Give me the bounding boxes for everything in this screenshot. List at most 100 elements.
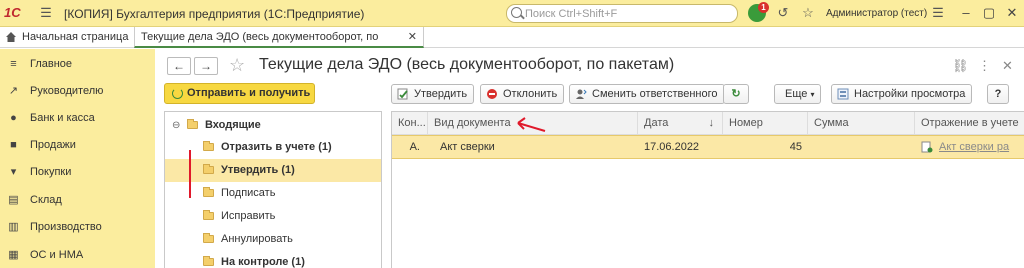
link-icon[interactable]: ⛓: [952, 58, 969, 74]
favorites-star-icon[interactable]: ☆: [800, 5, 816, 21]
settings-menu-icon[interactable]: ☰: [930, 5, 946, 21]
user-switch-icon: [576, 89, 587, 99]
notifications-badge: 1: [758, 2, 769, 13]
sidebar-item-manager[interactable]: ↗ Руководителю: [0, 80, 155, 102]
sidebar-item-bank[interactable]: ● Банк и касса: [0, 107, 155, 129]
forward-button[interactable]: →: [194, 57, 218, 75]
sidebar-item-label: Руководителю: [30, 85, 104, 97]
tree-item-label: Исправить: [221, 210, 276, 222]
sidebar-item-sales[interactable]: ■ Продажи: [0, 134, 155, 156]
sidebar-item-label: Главное: [30, 58, 73, 70]
reject-label: Отклонить: [503, 88, 558, 100]
reject-button[interactable]: Отклонить: [480, 84, 565, 104]
sidebar-item-purchases[interactable]: ▾ Покупки: [0, 161, 155, 183]
view-settings-label: Настройки просмотра: [854, 88, 966, 100]
tree-root-incoming[interactable]: ⊖ Входящие: [165, 114, 381, 137]
close-window-icon[interactable]: ✕: [1004, 5, 1020, 21]
hamburger-icon[interactable]: ☰: [38, 5, 54, 21]
folder-icon: [187, 119, 198, 129]
tree-item-label: Отразить в учете (1): [221, 141, 332, 153]
trend-icon: ↗: [8, 85, 19, 97]
more-label: Еще: [785, 88, 808, 100]
sidebar-item-production[interactable]: ▥ Производство: [0, 216, 155, 238]
column-header-kon[interactable]: Кон...: [392, 112, 428, 135]
current-user[interactable]: Администратор (тест): [826, 8, 927, 19]
basket-icon: ▾: [10, 166, 17, 178]
menu-icon: ≡: [10, 58, 17, 70]
folder-icon: [203, 141, 214, 151]
minimize-icon[interactable]: –: [958, 5, 974, 21]
favorite-star-icon[interactable]: ☆: [229, 55, 245, 75]
tree-item-annul[interactable]: Аннулировать: [165, 228, 381, 251]
help-button[interactable]: ?: [987, 84, 1009, 104]
sidebar-item-assets[interactable]: ▦ ОС и НМА: [0, 244, 155, 266]
view-settings-button[interactable]: Настройки просмотра: [831, 84, 973, 104]
send-receive-button[interactable]: Отправить и получить: [164, 83, 315, 104]
cell-reflection[interactable]: Акт сверки ра: [915, 136, 1024, 158]
tree-item-reflect[interactable]: Отразить в учете (1): [165, 136, 381, 159]
cart-icon: ■: [10, 139, 17, 151]
sidebar-item-label: Продажи: [30, 139, 76, 151]
tab-home[interactable]: Начальная страница: [0, 27, 132, 48]
folder-icon: [203, 187, 214, 197]
send-receive-label: Отправить и получить: [187, 87, 311, 99]
tree-item-label: На контроле (1): [221, 256, 305, 268]
folder-icon: [203, 164, 214, 174]
sidebar-item-label: Склад: [30, 194, 62, 206]
global-search[interactable]: Поиск Ctrl+Shift+F: [506, 4, 738, 23]
change-responsible-label: Сменить ответственного: [592, 88, 718, 100]
column-header-reflection[interactable]: Отражение в учете: [915, 112, 1024, 135]
approve-button[interactable]: Утвердить: [391, 84, 475, 104]
table-row[interactable]: А. Акт сверки 17.06.2022 45 Акт сверки р…: [392, 135, 1024, 159]
column-header-date-label: Дата: [644, 117, 669, 129]
cell-number: 45: [789, 141, 802, 153]
history-icon[interactable]: ↺: [775, 5, 791, 21]
column-header-date[interactable]: Дата ↓: [638, 112, 723, 135]
tree-item-approve[interactable]: Утвердить (1): [165, 159, 381, 182]
approve-icon: [397, 88, 408, 100]
settings-icon: [837, 88, 849, 100]
app-logo: 1С: [4, 5, 21, 20]
change-responsible-button[interactable]: Сменить ответственного: [569, 84, 725, 104]
folder-icon: [203, 210, 214, 220]
annotation-red-line: [189, 150, 191, 198]
cell-kon: А.: [409, 141, 420, 153]
reflection-link[interactable]: Акт сверки ра: [939, 136, 1009, 158]
tab-edo-tasks[interactable]: Текущие дела ЭДО (весь документооборот, …: [134, 27, 424, 64]
home-icon: [6, 32, 16, 42]
factory-icon: ▥: [8, 221, 19, 233]
close-form-icon[interactable]: ✕: [1002, 58, 1013, 74]
more-actions-icon[interactable]: ⋮: [978, 58, 991, 74]
tab-bar: Начальная страница Текущие дела ЭДО (вес…: [0, 27, 1024, 64]
collapse-icon[interactable]: ⊖: [172, 121, 180, 131]
tree-item-fix[interactable]: Исправить: [165, 205, 381, 228]
tree-root-label: Входящие: [205, 119, 261, 131]
documents-table: Кон... Вид документа Дата ↓ Номер Сумма …: [391, 111, 1024, 268]
approve-label: Утвердить: [414, 88, 468, 100]
back-button[interactable]: ←: [167, 57, 191, 75]
column-header-sum[interactable]: Сумма: [808, 112, 915, 135]
reject-icon: [487, 89, 497, 99]
maximize-icon[interactable]: ▢: [981, 5, 997, 21]
sidebar-item-main[interactable]: ≡ Главное: [0, 53, 155, 75]
refresh-icon: [172, 88, 183, 99]
more-button[interactable]: Еще ▾: [774, 84, 822, 104]
sidebar: ≡ Главное ↗ Руководителю ● Банк и касса …: [0, 49, 155, 268]
chevron-down-icon: ▾: [810, 90, 815, 99]
tab-home-label: Начальная страница: [22, 31, 129, 43]
sidebar-item-warehouse[interactable]: ▤ Склад: [0, 189, 155, 211]
coins-icon: ●: [10, 112, 17, 124]
column-header-number[interactable]: Номер: [723, 112, 808, 135]
help-label: ?: [994, 88, 1002, 100]
sidebar-item-label: Банк и касса: [30, 112, 95, 124]
title-bar: 1С ☰ [КОПИЯ] Бухгалтерия предприятия (1С…: [0, 0, 1024, 27]
folder-tree: ⊖ Входящие Отразить в учете (1) Утвердит…: [164, 111, 382, 268]
page-title: Текущие дела ЭДО (весь документооборот, …: [259, 56, 675, 73]
tree-item-label: Подписать: [221, 187, 276, 199]
close-tab-icon[interactable]: ✕: [408, 27, 417, 48]
refresh-button[interactable]: ↻: [723, 84, 749, 104]
tree-item-sign[interactable]: Подписать: [165, 182, 381, 205]
tree-item-control[interactable]: На контроле (1): [165, 251, 381, 268]
refresh-icon: ↻: [731, 88, 741, 100]
folder-icon: [203, 256, 214, 266]
